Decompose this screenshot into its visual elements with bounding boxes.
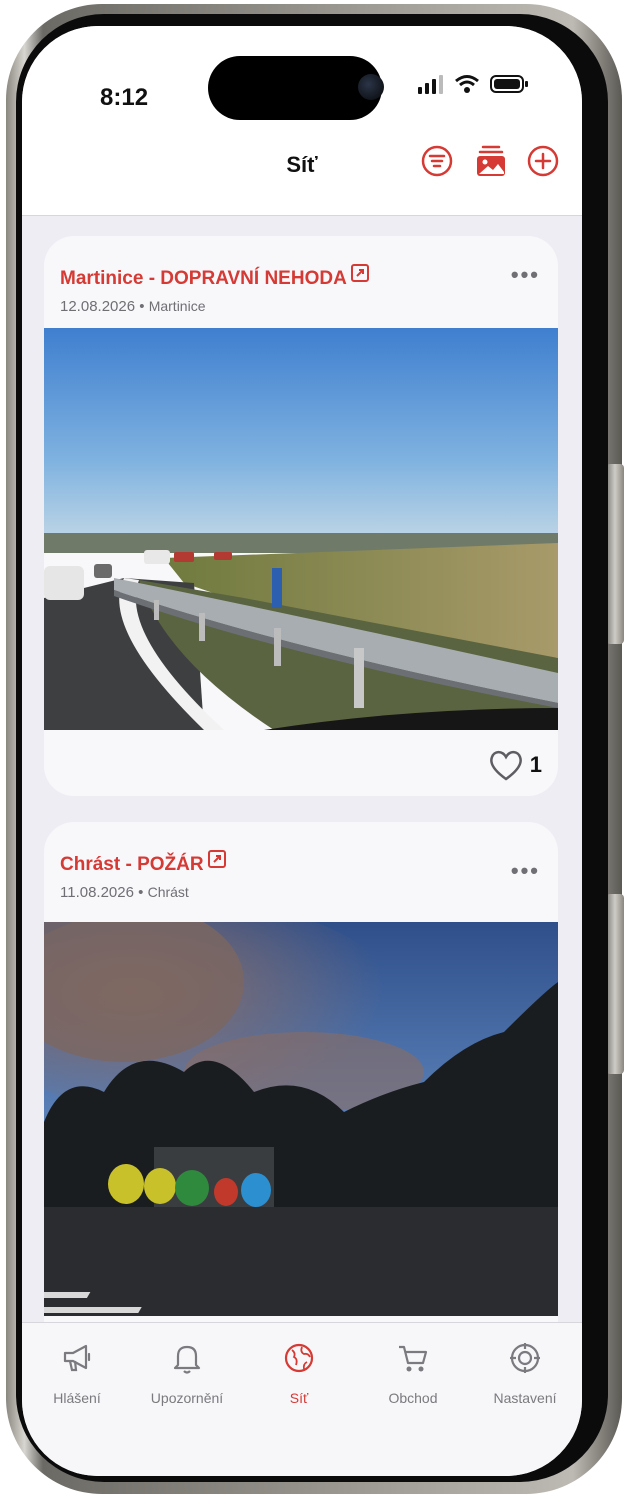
tab-label: Upozornění: [150, 1390, 224, 1406]
volume-button: [606, 464, 624, 644]
tab-hlaseni[interactable]: Hlášení: [32, 1341, 122, 1406]
tab-bar: Hlášení Upozornění Síť Obchod Nastavení: [22, 1322, 582, 1476]
post-title: Martinice - DOPRAVNÍ NEHODA: [60, 268, 347, 289]
post-title-link[interactable]: Chrást - POŽÁR: [60, 850, 226, 876]
meta-separator: •: [139, 298, 145, 315]
app-screen: 8:12 Síť Martinice - DOPRAVNÍ NEHODA 12.…: [22, 26, 582, 1476]
globe-icon: [284, 1343, 314, 1373]
tab-nastaveni[interactable]: Nastavení: [480, 1341, 570, 1406]
post-photo[interactable]: [44, 922, 558, 1316]
heart-icon: [489, 750, 522, 781]
battery-icon: [490, 75, 528, 93]
post-title: Chrást - POŽÁR: [60, 854, 204, 875]
tab-label: Obchod: [388, 1390, 438, 1406]
post-title-link[interactable]: Martinice - DOPRAVNÍ NEHODA: [60, 264, 369, 290]
external-link-icon: [207, 850, 226, 868]
tab-label: Síť: [289, 1390, 309, 1406]
tab-obchod[interactable]: Obchod: [368, 1341, 458, 1406]
tab-sit[interactable]: Síť: [254, 1341, 344, 1406]
wifi-icon: [455, 75, 479, 93]
like-count: 1: [529, 752, 542, 777]
gallery-icon: [477, 145, 505, 176]
post-photo[interactable]: [44, 328, 558, 730]
tab-label: Nastavení: [493, 1390, 557, 1406]
settings-icon: [510, 1343, 540, 1373]
dynamic-island: [208, 56, 382, 120]
phone-frame: 8:12 Síť Martinice - DOPRAVNÍ NEHODA 12.…: [6, 4, 624, 1494]
status-time: 8:12: [100, 84, 149, 111]
cart-icon: [399, 1345, 428, 1372]
post-card[interactable]: Chrást - POŽÁR 11.08.2026 • Chrást •••: [44, 822, 558, 1342]
post-location: Martinice: [148, 298, 206, 314]
bell-icon: [173, 1345, 201, 1374]
post-location: Chrást: [147, 884, 189, 900]
more-options-button[interactable]: •••: [511, 858, 540, 884]
filter-button[interactable]: [420, 144, 454, 178]
more-options-button[interactable]: •••: [511, 262, 540, 288]
camera-icon: [358, 74, 384, 100]
meta-separator: •: [138, 884, 144, 901]
like-button[interactable]: 1: [488, 748, 542, 782]
post-card[interactable]: Martinice - DOPRAVNÍ NEHODA 12.08.2026 •…: [44, 236, 558, 796]
add-icon: [527, 145, 559, 177]
cellular-signal-icon: [418, 75, 443, 94]
post-meta: 11.08.2026 • Chrást: [60, 884, 189, 901]
more-icon: •••: [510, 858, 540, 883]
post-date: 11.08.2026: [60, 884, 134, 901]
add-button[interactable]: [526, 144, 560, 178]
more-icon: •••: [510, 262, 540, 287]
megaphone-icon: [63, 1344, 91, 1372]
post-date: 12.08.2026: [60, 298, 136, 315]
tab-label: Hlášení: [53, 1390, 101, 1406]
side-button: [606, 894, 624, 1074]
post-meta: 12.08.2026 • Martinice: [60, 298, 205, 315]
tab-upozorneni[interactable]: Upozornění: [142, 1341, 232, 1406]
gallery-button[interactable]: [474, 144, 508, 178]
external-link-icon: [350, 264, 369, 282]
filter-icon: [421, 145, 453, 177]
